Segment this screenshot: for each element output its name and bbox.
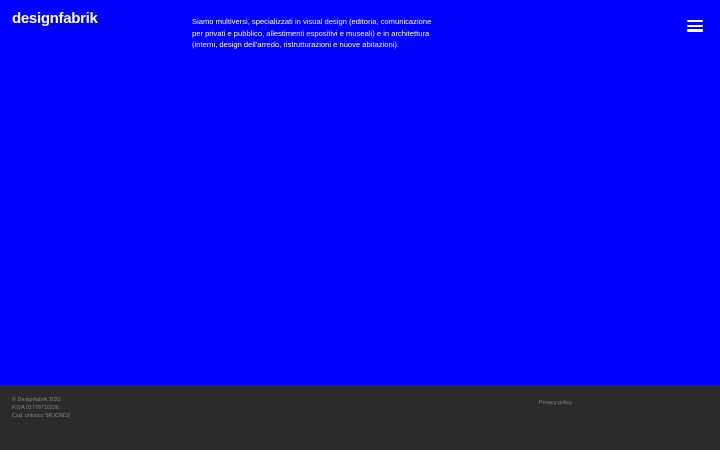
site-footer: © Designfabrik 2021 P.IVA 01778710226 Co… — [0, 385, 720, 450]
hero-section: designfabrik Siamo multiversi, specializ… — [0, 0, 720, 385]
menu-bar-bottom — [687, 29, 703, 32]
intro-text: Siamo multiversi, specializzati in visua… — [192, 17, 432, 49]
menu-bar-top — [687, 20, 703, 23]
site-logo[interactable]: designfabrik — [12, 10, 98, 28]
privacy-policy-link[interactable]: Privacy policy — [539, 400, 572, 407]
footer-copyright: © Designfabrik 2021 — [12, 397, 61, 403]
menu-bar-middle — [687, 24, 703, 27]
footer-vat: P.IVA 01778710226 — [12, 404, 59, 411]
hamburger-menu-icon[interactable] — [687, 19, 705, 34]
footer-sdi-code: Cod. univoco SRJCRD3 — [12, 412, 70, 419]
footer-company-info: © Designfabrik 2021 P.IVA 01778710226 Co… — [12, 397, 70, 420]
